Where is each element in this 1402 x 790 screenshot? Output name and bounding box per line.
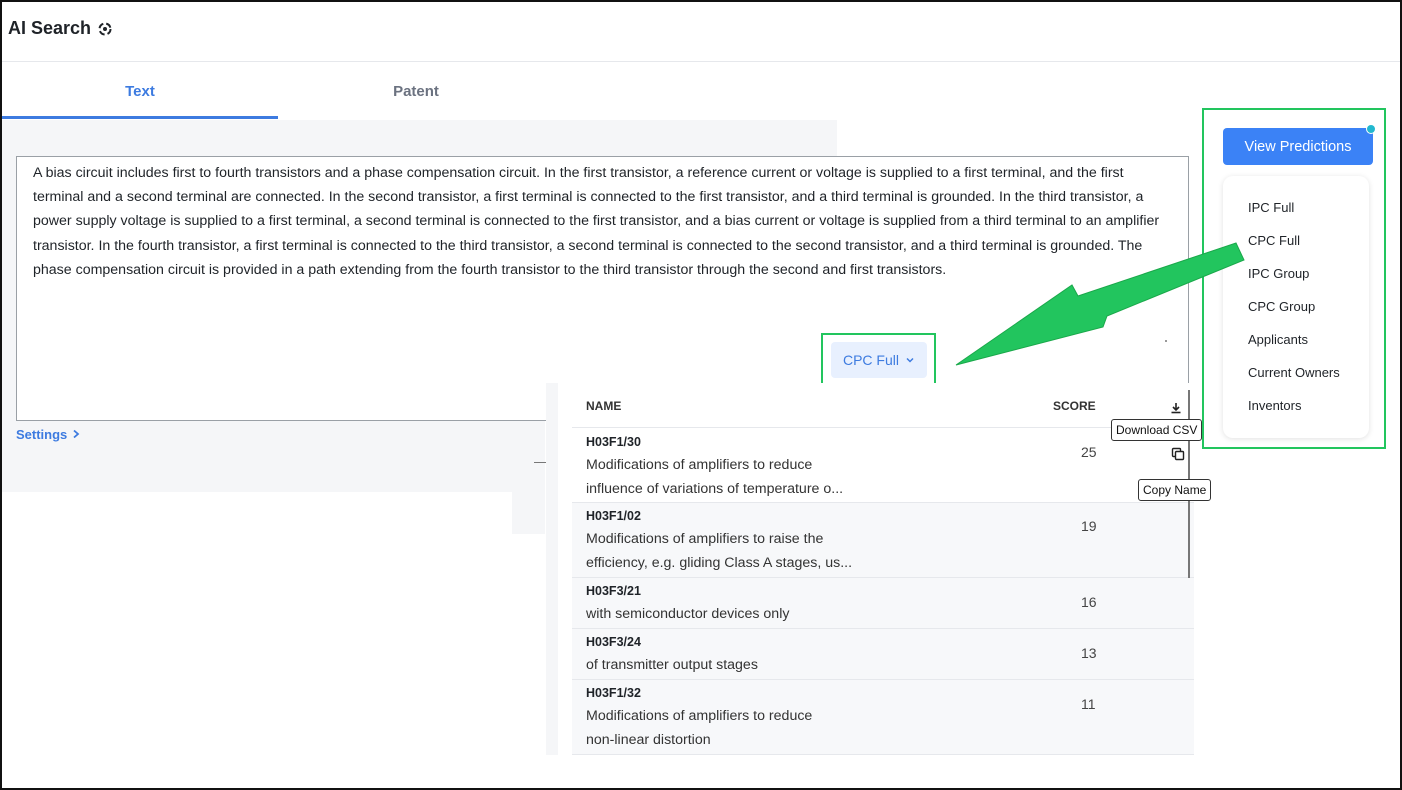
row-description-line: Modifications of amplifiers to reduce (586, 708, 813, 724)
row-code: H03F3/24 (586, 635, 641, 649)
row-score: 13 (1081, 645, 1097, 661)
results-table-header: NAME SCORE (572, 384, 1194, 428)
row-code: H03F3/21 (586, 584, 641, 598)
active-tab-indicator (2, 116, 278, 119)
row-description: of transmitter output stages (586, 653, 886, 677)
chevron-down-icon (905, 352, 915, 368)
copy-name-tooltip: Copy Name (1138, 479, 1212, 501)
row-description-line: efficiency, e.g. gliding Class A stages,… (586, 555, 853, 571)
query-textarea[interactable]: A bias circuit includes first to fourth … (16, 156, 1189, 421)
predictions-menu-item-applicants[interactable]: Applicants (1248, 332, 1308, 347)
row-score: 11 (1081, 696, 1096, 712)
download-icon[interactable] (1170, 402, 1182, 414)
row-code: H03F1/32 (586, 686, 641, 700)
column-header-score[interactable]: SCORE (1053, 399, 1096, 413)
predictions-menu-item-ipc-full[interactable]: IPC Full (1248, 200, 1294, 215)
chevron-right-icon (71, 427, 81, 442)
row-description-line: non-linear distortion (586, 732, 711, 748)
classification-select[interactable]: CPC Full (831, 342, 927, 378)
divider-dot (1165, 340, 1167, 342)
row-description: Modifications of amplifiers to raise the… (586, 527, 886, 575)
tab-bar: Text Patent (2, 62, 837, 120)
predictions-menu-item-current-owners[interactable]: Current Owners (1248, 365, 1340, 380)
predictions-menu-item-cpc-group[interactable]: CPC Group (1248, 299, 1315, 314)
predictions-menu-item-inventors[interactable]: Inventors (1248, 398, 1301, 413)
row-score: 19 (1081, 518, 1097, 534)
table-row[interactable]: H03F1/30 Modifications of amplifiers to … (572, 429, 1194, 503)
column-header-name[interactable]: NAME (586, 399, 621, 413)
row-description-line: of transmitter output stages (586, 657, 758, 673)
row-description-line: Modifications of amplifiers to raise the (586, 531, 824, 547)
classification-select-value: CPC Full (842, 352, 899, 368)
notification-dot (1366, 124, 1376, 134)
row-score: 25 (1081, 444, 1097, 460)
table-row[interactable]: H03F3/21 with semiconductor devices only… (572, 578, 1194, 629)
tab-patent[interactable]: Patent (278, 62, 554, 120)
refresh-sparkle-icon[interactable] (97, 21, 113, 37)
view-predictions-button[interactable]: View Predictions (1223, 128, 1373, 165)
row-description-line: influence of variations of temperature o… (586, 481, 844, 497)
table-row[interactable]: H03F1/02 Modifications of amplifiers to … (572, 503, 1194, 578)
query-text: A bias circuit includes first to fourth … (33, 165, 1160, 278)
row-description: Modifications of amplifiers to reduce in… (586, 453, 886, 501)
table-row[interactable]: H03F3/24 of transmitter output stages 13 (572, 629, 1194, 680)
predictions-menu-item-ipc-group[interactable]: IPC Group (1248, 266, 1309, 281)
table-row[interactable]: H03F1/32 Modifications of amplifiers to … (572, 680, 1194, 755)
row-description: with semiconductor devices only (586, 602, 886, 626)
row-score: 16 (1081, 594, 1097, 610)
predictions-menu-item-cpc-full[interactable]: CPC Full (1248, 233, 1300, 248)
app-header: AI Search (2, 2, 1400, 62)
predictions-menu: IPC Full CPC Full IPC Group CPC Group Ap… (1223, 176, 1369, 438)
results-panel-gutter (546, 383, 558, 755)
page-title-text: AI Search (8, 18, 92, 38)
page-title: AI Search (8, 18, 113, 39)
row-description-line: with semiconductor devices only (586, 606, 790, 622)
settings-link[interactable]: Settings (16, 427, 81, 442)
row-code: H03F1/30 (586, 435, 641, 449)
row-description-line: Modifications of amplifiers to reduce (586, 457, 813, 473)
row-code: H03F1/02 (586, 509, 641, 523)
copy-icon[interactable] (1171, 447, 1185, 461)
tab-text[interactable]: Text (2, 62, 278, 120)
download-csv-tooltip: Download CSV (1111, 419, 1203, 441)
row-description: Modifications of amplifiers to reduce no… (586, 704, 886, 752)
divider (534, 462, 546, 463)
settings-label: Settings (16, 427, 68, 442)
